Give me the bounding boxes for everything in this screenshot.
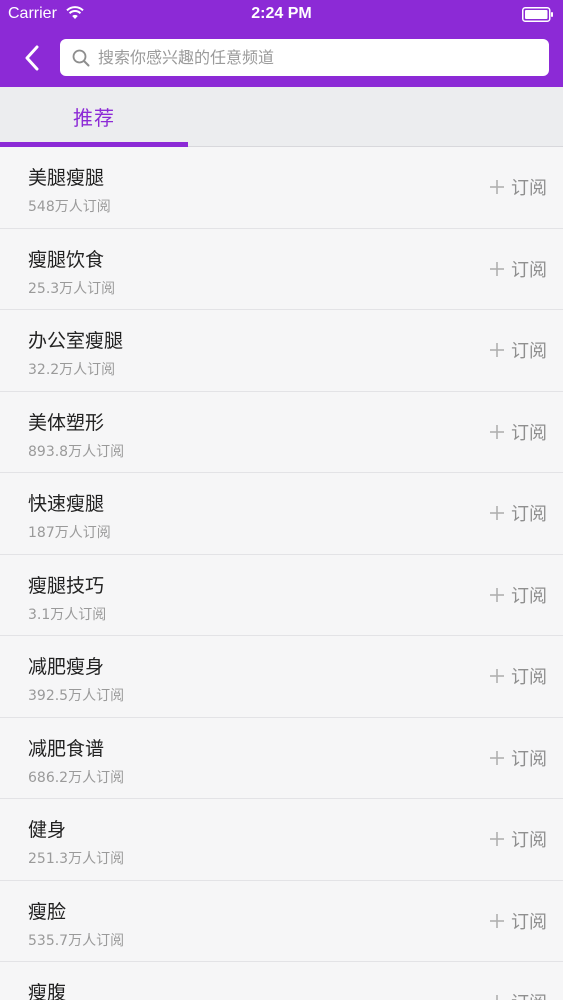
subscribe-label: 订阅 (511, 989, 547, 1000)
channel-title: 快速瘦腿 (28, 493, 105, 515)
subscribe-button[interactable]: 订阅 (489, 990, 547, 1000)
back-button[interactable] (14, 40, 50, 76)
channel-row[interactable]: 美体塑形 893.8万人订阅 订阅 (0, 391, 563, 473)
channel-subscribers: 251.3万人订阅 (28, 851, 125, 867)
plus-icon (490, 832, 504, 846)
channel-title: 瘦腹 (28, 982, 67, 1000)
header: Carrier 2:24 PM (0, 0, 563, 87)
plus-icon (496, 995, 498, 1000)
nav-bar (0, 30, 563, 87)
subscribe-label: 订阅 (511, 341, 547, 362)
subscribe-label: 订阅 (511, 830, 547, 851)
channel-row[interactable]: 减肥食谱 686.2万人订阅 订阅 (0, 717, 563, 799)
channel-row[interactable]: 快速瘦腿 187万人订阅 订阅 (0, 473, 563, 555)
channel-subscribers: 535.7万人订阅 (28, 932, 125, 949)
channel-row[interactable]: 健身 251.3万人订阅 订阅 (0, 799, 563, 881)
channel-row[interactable]: 瘦腿技巧 3.1万人订阅 订阅 (0, 554, 563, 636)
search-box[interactable] (60, 39, 549, 76)
channel-subscribers: 187万人订阅 (28, 525, 111, 541)
channel-title: 办公室瘦腿 (28, 330, 124, 352)
channel-row[interactable]: 减肥瘦身 392.5万人订阅 订阅 (0, 636, 563, 718)
plus-icon (490, 424, 504, 439)
channel-title: 瘦腿技巧 (28, 574, 105, 597)
plus-icon (490, 669, 504, 683)
plus-icon (490, 261, 504, 276)
status-time: 2:24 PM (251, 5, 312, 22)
subscribe-button[interactable]: 订阅 (489, 501, 547, 525)
subscribe-label: 订阅 (511, 422, 547, 444)
subscribe-button[interactable]: 订阅 (489, 746, 547, 770)
channel-subscribers: 32.2万人订阅 (28, 362, 116, 378)
tab-bar: 推荐 (0, 87, 563, 147)
subscribe-button[interactable]: 订阅 (489, 420, 547, 444)
subscribe-button[interactable]: 订阅 (489, 175, 547, 199)
channel-subscribers: 686.2万人订阅 (28, 769, 125, 786)
subscribe-button[interactable]: 订阅 (489, 583, 547, 607)
plus-icon (490, 506, 504, 520)
subscribe-label: 订阅 (511, 911, 547, 933)
channel-subscribers: 392.5万人订阅 (28, 688, 125, 704)
channel-title: 减肥食谱 (28, 737, 105, 760)
plus-icon (490, 343, 504, 357)
channel-title: 瘦腿饮食 (28, 248, 105, 271)
channel-subscribers: 3.1万人订阅 (28, 606, 107, 623)
app-screen: Carrier 2:24 PM 搜索你感兴趣的任意频道 推荐 美腿瘦腿 548万… (0, 0, 563, 1000)
channel-row[interactable]: 瘦腹 订阅 (0, 962, 563, 1000)
chevron-left-icon (25, 45, 39, 71)
channel-subscribers: 548万人订阅 (28, 199, 111, 215)
tab-recommended[interactable]: 推荐 (0, 87, 188, 147)
channel-row[interactable]: 瘦脸 535.7万人订阅 订阅 (0, 880, 563, 962)
channel-title: 健身 (28, 819, 67, 841)
subscribe-button[interactable]: 订阅 (489, 257, 547, 281)
subscribe-label: 订阅 (511, 504, 547, 525)
channel-row[interactable]: 美腿瘦腿 548万人订阅 订阅 (0, 147, 563, 229)
battery-icon (522, 7, 553, 22)
channel-subscribers: 25.3万人订阅 (28, 280, 116, 297)
channel-title: 美腿瘦腿 (28, 167, 105, 189)
tab-label: 推荐 (73, 105, 115, 130)
channel-title: 美体塑形 (28, 411, 105, 434)
plus-icon (490, 750, 504, 765)
channel-row[interactable]: 办公室瘦腿 32.2万人订阅 订阅 (0, 310, 563, 392)
search-icon (72, 49, 90, 66)
plus-icon (490, 913, 504, 928)
channel-title: 减肥瘦身 (28, 656, 105, 678)
subscribe-button[interactable]: 订阅 (489, 909, 547, 933)
subscribe-label: 订阅 (511, 259, 547, 281)
channel-row[interactable]: 瘦腿饮食 25.3万人订阅 订阅 (0, 228, 563, 310)
channel-title: 瘦脸 (28, 900, 67, 923)
subscribe-label: 订阅 (511, 667, 547, 688)
subscribe-button[interactable]: 订阅 (489, 664, 547, 688)
subscribe-label: 订阅 (511, 585, 547, 607)
channel-list: 美腿瘦腿 548万人订阅 订阅 瘦腿饮食 25.3万人订阅 订阅 办公室瘦腿 32.2万人订阅… (0, 147, 563, 1000)
subscribe-button[interactable]: 订阅 (489, 827, 547, 851)
subscribe-label: 订阅 (511, 748, 547, 770)
channel-subscribers: 893.8万人订阅 (28, 443, 125, 460)
subscribe-label: 订阅 (511, 178, 547, 199)
search-input[interactable] (98, 42, 538, 73)
subscribe-button[interactable]: 订阅 (489, 338, 547, 362)
plus-icon (490, 587, 504, 602)
status-bar: Carrier 2:24 PM (0, 0, 563, 30)
plus-icon (490, 180, 504, 194)
